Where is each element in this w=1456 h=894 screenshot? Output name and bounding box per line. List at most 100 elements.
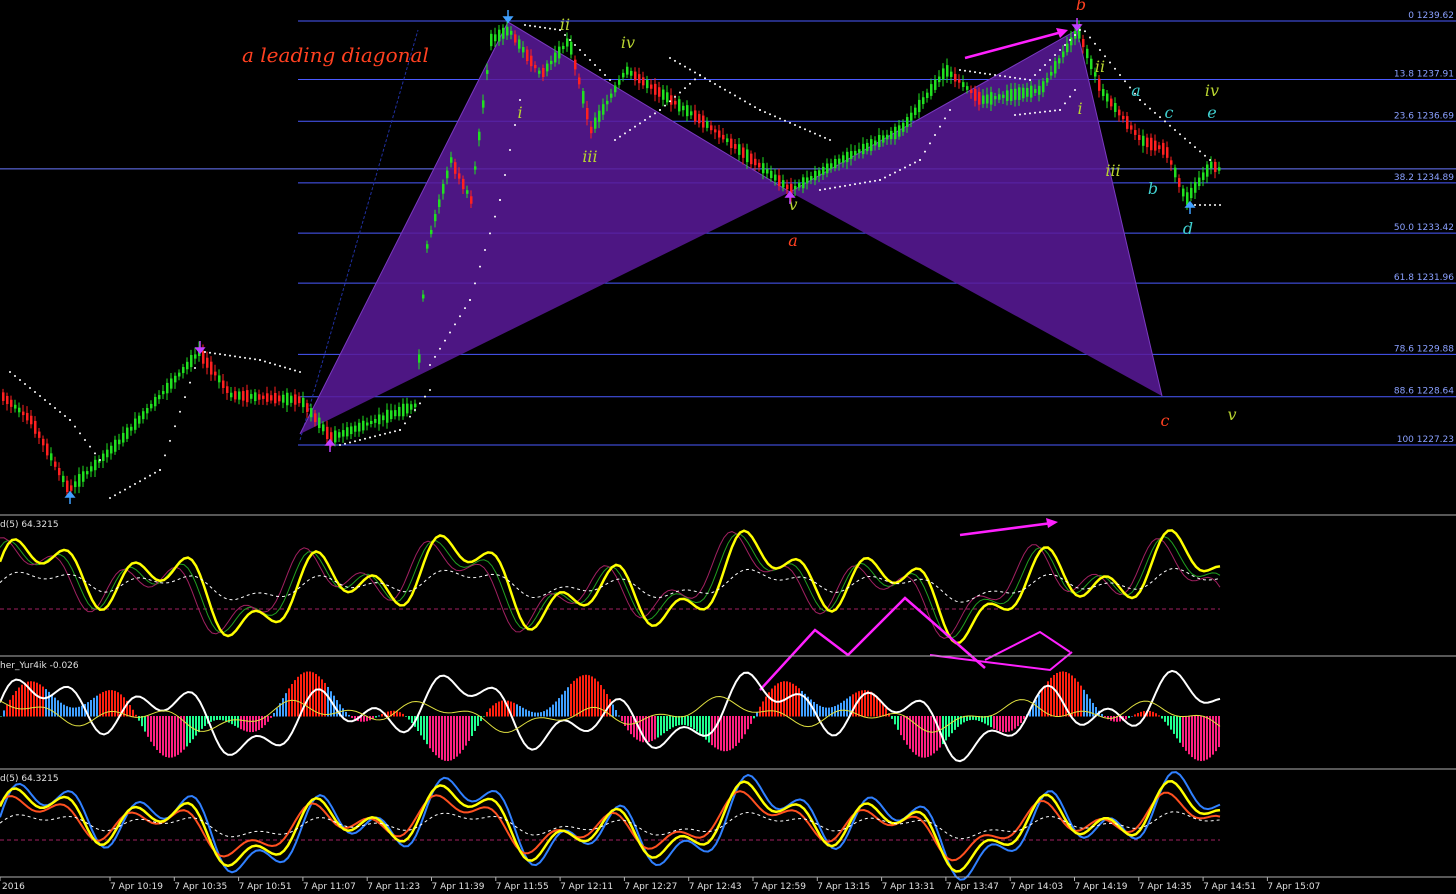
psar-dot — [349, 441, 351, 444]
psar-dot — [409, 415, 411, 418]
psar-dot — [1094, 42, 1096, 45]
candle-body — [570, 41, 573, 55]
psar-dot — [1039, 111, 1041, 114]
histogram-bar — [1080, 685, 1082, 717]
histogram-bar — [726, 716, 728, 752]
wave-label: ii — [1095, 57, 1105, 76]
candle-body — [230, 392, 233, 398]
candle-body — [694, 110, 697, 122]
psar-dot — [339, 444, 341, 446]
histogram-bar — [663, 716, 665, 734]
candle-body — [402, 403, 405, 417]
psar-dot — [139, 480, 141, 483]
candle-body — [270, 395, 273, 401]
candle-body — [1182, 188, 1185, 197]
candle-body — [1002, 94, 1005, 98]
candle-body — [838, 158, 841, 164]
histogram-bar — [465, 716, 467, 746]
histogram-bar — [687, 716, 689, 726]
candle-body — [210, 361, 213, 375]
histogram-bar — [732, 716, 734, 749]
psar-dot — [844, 184, 846, 187]
histogram-bar — [228, 716, 230, 723]
harmonic-pattern — [299, 21, 1163, 435]
histogram-bar — [321, 679, 323, 717]
histogram-bar — [825, 707, 827, 717]
candle-body — [1034, 89, 1037, 93]
histogram-bar — [66, 706, 68, 717]
candle-body — [246, 390, 249, 403]
candle-body — [254, 392, 257, 402]
histogram-bar — [1035, 699, 1037, 717]
histogram-bar — [564, 690, 566, 717]
candle-body — [814, 171, 817, 181]
psar-dot — [779, 117, 781, 120]
candle-body — [886, 134, 889, 140]
candle-body — [1206, 164, 1209, 177]
histogram-bar — [351, 716, 353, 718]
histogram-bar — [684, 716, 686, 726]
psar-dot — [704, 77, 706, 80]
wave-label: iv — [1205, 81, 1219, 100]
histogram-bar — [1053, 674, 1055, 717]
psar-dot — [99, 459, 101, 461]
histogram-bar — [219, 716, 221, 720]
candle-body — [750, 153, 753, 165]
panel-title: d(5) 64.3215 — [0, 520, 59, 530]
candle-body — [1174, 167, 1177, 178]
histogram-bar — [573, 680, 575, 717]
fib-label: 0 1239.62 — [1408, 11, 1454, 21]
histogram-bar — [627, 716, 629, 731]
psar-dot — [624, 132, 626, 135]
histogram-bar — [1005, 716, 1007, 733]
histogram-bar — [177, 716, 179, 755]
histogram-bar — [36, 682, 38, 717]
psar-dot — [1019, 77, 1021, 80]
histogram-bar — [156, 716, 158, 750]
psar-dot — [589, 59, 591, 61]
candle-body — [866, 142, 869, 152]
candle-body — [942, 68, 945, 80]
histogram-bar — [858, 691, 860, 717]
histogram-bar — [948, 716, 950, 737]
candle-body — [150, 403, 153, 409]
psar-dot — [1014, 114, 1016, 116]
histogram-bar — [477, 716, 479, 726]
candle-body — [1098, 78, 1101, 91]
candle-body — [1006, 90, 1009, 101]
histogram-bar — [666, 716, 668, 732]
psar-dot — [509, 149, 511, 151]
candle-body — [594, 117, 597, 129]
candle-body — [318, 417, 321, 429]
histogram-bar — [1197, 716, 1199, 761]
candle-body — [794, 185, 797, 190]
candle-body — [846, 151, 849, 163]
wave-label: b — [1076, 0, 1086, 14]
candle-body — [170, 378, 173, 389]
psar-dot — [59, 411, 61, 413]
psar-dot — [679, 91, 681, 94]
psar-dot — [1064, 102, 1066, 105]
histogram-bar — [615, 710, 617, 717]
candle-body — [486, 70, 489, 74]
psar-dot — [49, 403, 51, 405]
trading-chart[interactable]: 0 1239.62 13.8 1237.91 23.6 1236.69 38.2 12… — [0, 0, 1456, 894]
candle-body — [538, 70, 541, 74]
histogram-bar — [501, 700, 503, 717]
psar-dot — [134, 483, 136, 485]
histogram-bar — [795, 685, 797, 717]
candle-body — [534, 64, 537, 69]
candle-body — [1130, 125, 1133, 130]
candle-body — [602, 104, 605, 115]
histogram-bar — [1158, 715, 1160, 717]
histogram-oscillator-panel: her_Yur4ik -0.026 — [0, 655, 1456, 763]
candle-body — [206, 357, 209, 368]
candle-body — [226, 386, 229, 393]
candle-body — [718, 130, 721, 138]
histogram-bar — [213, 716, 215, 721]
psar-dot — [1059, 109, 1061, 111]
psar-dot — [574, 44, 576, 46]
histogram-bar — [234, 716, 236, 726]
histogram-bar — [1020, 716, 1022, 723]
candle-body — [438, 199, 441, 208]
